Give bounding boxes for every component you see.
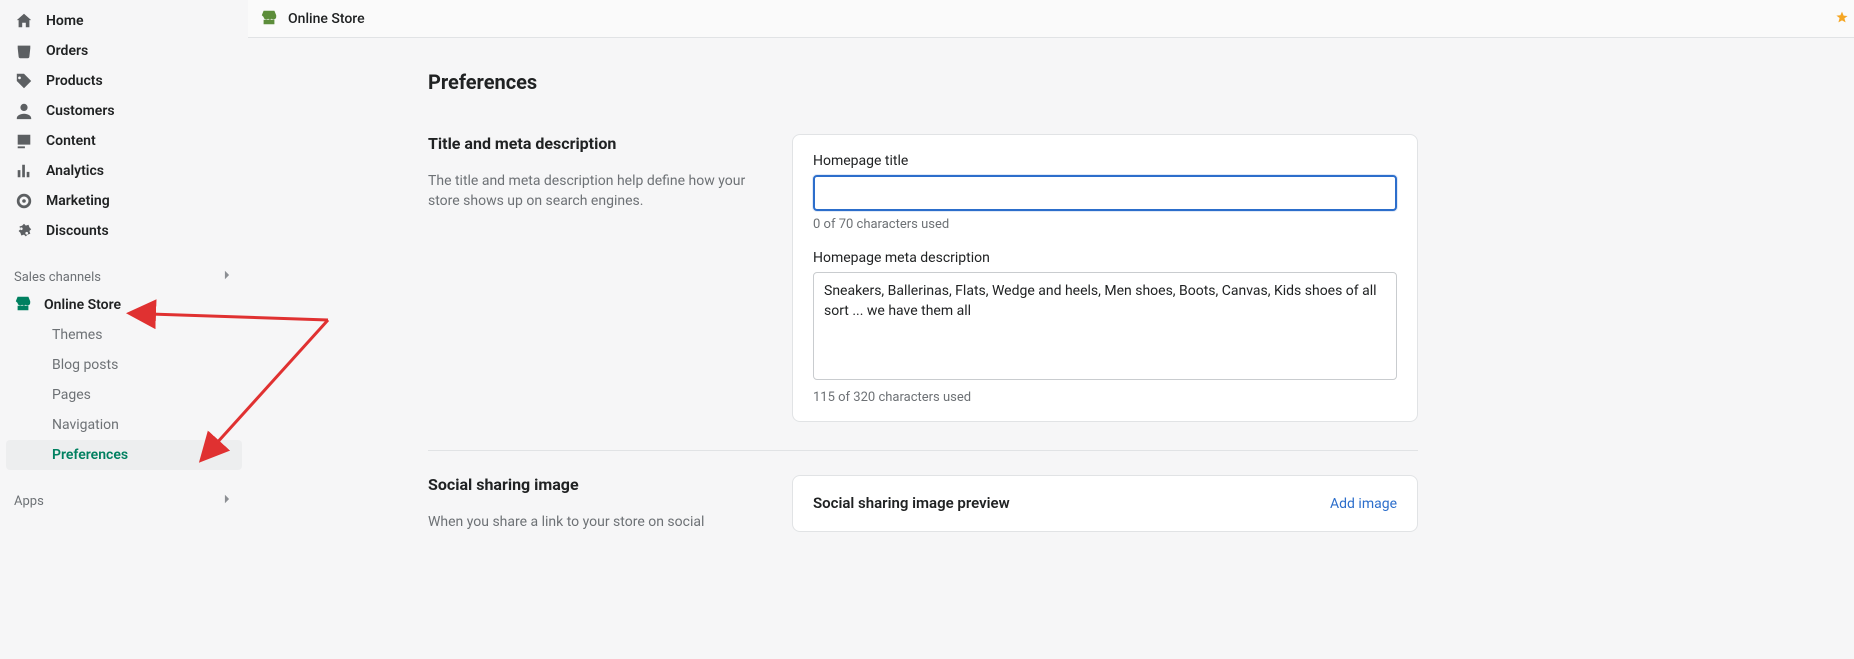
sub-item-label: Themes <box>52 327 102 343</box>
analytics-icon <box>14 161 34 181</box>
card-social-preview: Social sharing image preview Add image <box>792 475 1418 532</box>
sidebar-item-label: Marketing <box>46 193 110 209</box>
card-title-meta: Homepage title 0 of 70 characters used H… <box>792 134 1418 422</box>
sidebar-item-home[interactable]: Home <box>0 6 248 36</box>
content-icon <box>14 131 34 151</box>
sidebar-item-label: Online Store <box>44 297 121 313</box>
homepage-title-input[interactable] <box>813 175 1397 211</box>
title-char-count: 0 of 70 characters used <box>813 217 1397 232</box>
section-description: Social sharing image When you share a li… <box>428 475 772 532</box>
sidebar-item-label: Customers <box>46 103 115 119</box>
marketing-icon <box>14 191 34 211</box>
sub-item-label: Navigation <box>52 417 119 433</box>
section-social-image: Social sharing image When you share a li… <box>428 475 1418 572</box>
orders-icon <box>14 41 34 61</box>
sidebar-item-customers[interactable]: Customers <box>0 96 248 126</box>
sub-item-pages[interactable]: Pages <box>6 380 242 410</box>
card-heading: Social sharing image preview <box>813 494 1010 512</box>
sub-item-label: Blog posts <box>52 357 118 373</box>
products-icon <box>14 71 34 91</box>
sidebar-item-online-store[interactable]: Online Store <box>0 290 248 320</box>
chevron-right-icon <box>220 492 234 510</box>
sidebar-item-marketing[interactable]: Marketing <box>0 186 248 216</box>
section-heading: Title and meta description <box>428 134 772 153</box>
sidebar-item-label: Discounts <box>46 223 109 239</box>
topbar: Online Store <box>248 0 1854 38</box>
add-image-button[interactable]: Add image <box>1330 496 1397 512</box>
topbar-title: Online Store <box>288 11 365 27</box>
sidebar-item-orders[interactable]: Orders <box>0 36 248 66</box>
sidebar: Home Orders Products Customers Content A… <box>0 0 248 659</box>
chevron-right-icon <box>220 268 234 286</box>
store-icon <box>260 8 278 30</box>
sidebar-item-discounts[interactable]: Discounts <box>0 216 248 246</box>
meta-char-count: 115 of 320 characters used <box>813 390 1397 405</box>
sales-channels-header[interactable]: Sales channels <box>0 268 248 286</box>
section-text: When you share a link to your store on s… <box>428 512 772 532</box>
sidebar-item-label: Orders <box>46 43 88 59</box>
customers-icon <box>14 101 34 121</box>
sub-item-navigation[interactable]: Navigation <box>6 410 242 440</box>
section-description: Title and meta description The title and… <box>428 134 772 422</box>
sub-item-blog-posts[interactable]: Blog posts <box>6 350 242 380</box>
page-title: Preferences <box>428 70 1418 94</box>
section-title-meta: Title and meta description The title and… <box>428 134 1418 450</box>
sales-channels-label: Sales channels <box>14 270 101 285</box>
meta-description-textarea[interactable] <box>813 272 1397 380</box>
section-heading: Social sharing image <box>428 475 772 494</box>
sub-item-label: Preferences <box>52 447 128 463</box>
apps-header[interactable]: Apps <box>0 492 248 510</box>
sub-item-label: Pages <box>52 387 91 403</box>
main-content: Preferences Title and meta description T… <box>248 38 1854 659</box>
apps-label: Apps <box>14 494 44 509</box>
sidebar-item-label: Home <box>46 13 84 29</box>
section-text: The title and meta description help defi… <box>428 171 772 212</box>
sidebar-item-label: Analytics <box>46 163 104 179</box>
meta-description-label: Homepage meta description <box>813 250 1397 266</box>
home-icon <box>14 11 34 31</box>
sub-item-themes[interactable]: Themes <box>6 320 242 350</box>
pin-icon[interactable] <box>1834 10 1850 30</box>
sidebar-item-label: Content <box>46 133 96 149</box>
homepage-title-label: Homepage title <box>813 153 1397 169</box>
sidebar-item-analytics[interactable]: Analytics <box>0 156 248 186</box>
sidebar-item-products[interactable]: Products <box>0 66 248 96</box>
discounts-icon <box>14 221 34 241</box>
store-icon <box>14 294 32 316</box>
sidebar-item-label: Products <box>46 73 103 89</box>
sub-item-preferences[interactable]: Preferences <box>6 440 242 470</box>
section-divider <box>428 450 1418 451</box>
sidebar-item-content[interactable]: Content <box>0 126 248 156</box>
